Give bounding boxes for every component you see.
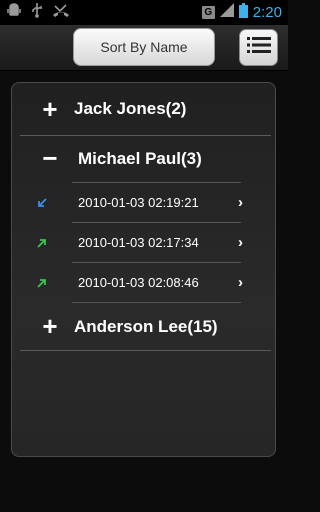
usb-icon: [30, 2, 44, 23]
call-timestamp: 2010-01-03 02:17:34: [78, 235, 199, 250]
group-label: Michael Paul(3): [78, 149, 202, 168]
incoming-call-icon: [36, 196, 48, 208]
missed-call-icon: [52, 2, 70, 23]
chevron-right-icon: ›: [238, 194, 243, 211]
divider: [20, 350, 271, 351]
expand-icon: +: [42, 94, 58, 124]
chevron-right-icon: ›: [238, 274, 243, 291]
signal-icon: [219, 3, 234, 22]
call-entry[interactable]: 2010-01-03 02:19:21 ›: [12, 183, 275, 222]
chevron-right-icon: ›: [238, 234, 243, 251]
call-entry[interactable]: 2010-01-03 02:17:34 ›: [12, 223, 275, 262]
list-menu-button[interactable]: [239, 29, 278, 66]
call-entry[interactable]: 2010-01-03 02:08:46 ›: [12, 263, 275, 302]
outgoing-call-icon: [36, 236, 48, 248]
group-jack-jones[interactable]: + Jack Jones(2): [12, 83, 275, 135]
status-bar: G 2:20: [0, 0, 288, 25]
collapse-icon: −: [42, 143, 58, 173]
android-debug-icon: [6, 2, 22, 23]
group-label: Anderson Lee(15): [74, 316, 218, 336]
network-type-icon: G: [201, 6, 215, 19]
group-label: Jack Jones(2): [74, 99, 187, 118]
clock: 2:20: [252, 4, 282, 21]
group-michael-paul[interactable]: − Michael Paul(3): [12, 136, 275, 182]
expand-icon: +: [42, 311, 58, 341]
call-timestamp: 2010-01-03 02:08:46: [78, 275, 199, 290]
group-anderson-lee[interactable]: + Anderson Lee(15): [12, 303, 275, 350]
contact-call-list: + Jack Jones(2) − Michael Paul(3) 2010-0…: [11, 82, 276, 457]
list-icon: [246, 34, 272, 61]
toolbar: Sort By Name: [0, 25, 288, 71]
outgoing-call-icon: [36, 276, 48, 288]
sort-by-name-button[interactable]: Sort By Name: [73, 28, 215, 66]
call-timestamp: 2010-01-03 02:19:21: [78, 195, 199, 210]
battery-icon: [238, 2, 248, 23]
